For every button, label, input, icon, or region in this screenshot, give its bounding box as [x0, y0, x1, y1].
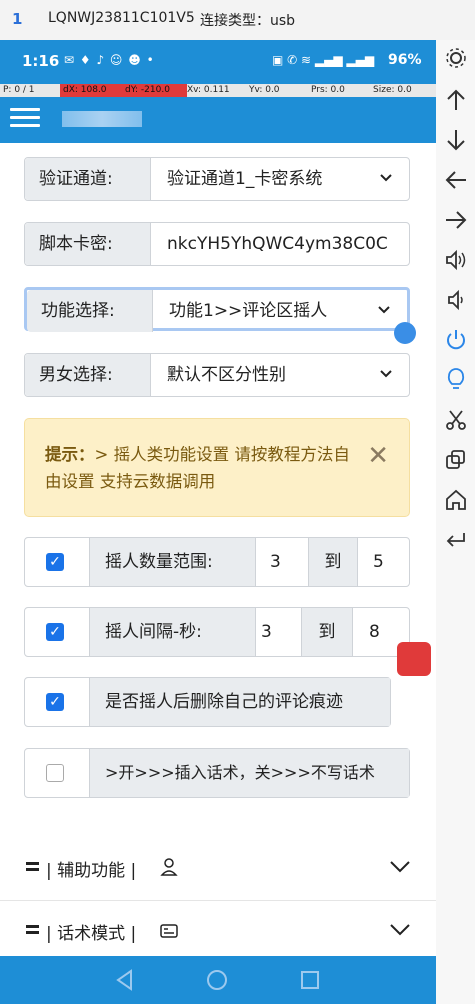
channel-select[interactable]: 验证通道: 验证通道1_卡密系统: [24, 157, 410, 201]
interval-to-label: 到: [301, 608, 353, 656]
debug-size: Size: 0.0: [373, 85, 412, 95]
return-icon[interactable]: [444, 528, 468, 552]
connection-type: 连接类型：usb: [200, 13, 296, 29]
speech-row: >开>>>插入话术，关>>>不写话术: [24, 748, 410, 798]
chevron-down-icon: [380, 370, 392, 378]
status-bar: 1:16 ✉ ♦ ♪ ☺ ☻ • ▣ ✆ ≋ ▂▄▆ ▂▄▆ 96%: [0, 40, 436, 84]
back-icon[interactable]: [114, 969, 136, 991]
arrow-up-icon[interactable]: [444, 88, 468, 112]
chevron-down-icon: [380, 174, 392, 182]
tip-alert: 提示：> 摇人类功能设置 请按教程方法自由设置 支持云数据调用 ✕: [24, 418, 410, 517]
bulb-icon[interactable]: [444, 368, 468, 392]
channel-label: 验证通道:: [25, 158, 151, 200]
interval-checkbox[interactable]: ✓: [46, 623, 64, 641]
gender-select[interactable]: 男女选择: 默认不区分性别: [24, 353, 410, 397]
key-value[interactable]: nkcYH5YhQWC4ym38C0C: [167, 223, 405, 265]
gender-label: 男女选择:: [25, 354, 151, 396]
count-checkbox[interactable]: ✓: [46, 553, 64, 571]
debug-dy: dY: -210.0: [122, 84, 187, 97]
key-label: 脚本卡密:: [25, 223, 151, 265]
app-title-blurred: [62, 111, 142, 127]
system-icons: ▣ ✆ ≋ ▂▄▆ ▂▄▆: [272, 53, 375, 67]
debug-yv: Yv: 0.0: [249, 85, 280, 95]
alert-title: 提示：: [45, 445, 95, 464]
section-speech[interactable]: | 话术模式 |: [0, 901, 436, 964]
pointer-debug-bar: P: 0 / 1 dX: 108.0 dY: -210.0 Xv: 0.111 …: [0, 84, 436, 97]
app-bar: [0, 97, 436, 143]
float-app-icon[interactable]: [397, 642, 431, 676]
close-icon[interactable]: ✕: [367, 443, 389, 469]
count-to-label: 到: [308, 538, 358, 586]
function-label: 功能选择:: [27, 290, 153, 332]
menu-icon: [26, 925, 39, 937]
interval-label: 摇人间隔-秒:: [90, 608, 256, 656]
arrow-left-icon[interactable]: [444, 168, 468, 192]
speech-label: >开>>>插入话术，关>>>不写话术: [90, 749, 409, 797]
status-time: 1:16: [22, 52, 60, 70]
notification-icons: ✉ ♦ ♪ ☺ ☻ •: [64, 53, 155, 67]
device-index: 1: [12, 10, 23, 28]
function-select[interactable]: 功能选择: 功能1>>评论区摇人: [24, 287, 410, 332]
power-icon[interactable]: [444, 328, 468, 352]
scissors-icon[interactable]: [444, 408, 468, 432]
volume-down-icon[interactable]: [444, 288, 468, 312]
count-to[interactable]: 5: [373, 538, 384, 586]
interval-row: ✓ 摇人间隔-秒: 3 到 8: [24, 607, 410, 657]
interval-to[interactable]: 8: [369, 608, 380, 656]
control-sidebar: [436, 40, 475, 1004]
chevron-down-icon: [390, 924, 410, 936]
chevron-down-icon: [390, 861, 410, 873]
count-range-row: ✓ 摇人数量范围: 3 到 5: [24, 537, 410, 587]
copy-icon[interactable]: [444, 448, 468, 472]
speech-checkbox[interactable]: [46, 764, 64, 782]
float-assist-icon[interactable]: [394, 322, 416, 344]
count-from[interactable]: 3: [270, 538, 281, 586]
arrow-right-icon[interactable]: [444, 208, 468, 232]
debug-xv: Xv: 0.111: [187, 85, 230, 95]
phone-screen: 1:16 ✉ ♦ ♪ ☺ ☻ • ▣ ✆ ≋ ▂▄▆ ▂▄▆ 96% P: 0 …: [0, 40, 436, 1004]
channel-value[interactable]: 验证通道1_卡密系统: [167, 158, 405, 200]
volume-up-icon[interactable]: [444, 248, 468, 272]
interval-from[interactable]: 3: [261, 608, 272, 656]
menu-icon: [26, 862, 39, 874]
home-icon[interactable]: [444, 488, 468, 512]
menu-icon[interactable]: [10, 104, 40, 130]
debug-p: P: 0 / 1: [3, 85, 35, 95]
window-titlebar: 1 LQNWJ23811C101V5 连接类型：usb: [0, 0, 475, 40]
delete-checkbox[interactable]: ✓: [46, 693, 64, 711]
settings-icon[interactable]: [444, 46, 468, 70]
user-icon: [160, 858, 178, 876]
battery-level: 96%: [388, 52, 422, 68]
debug-prs: Prs: 0.0: [311, 85, 345, 95]
key-input[interactable]: 脚本卡密: nkcYH5YhQWC4ym38C0C: [24, 222, 410, 266]
recents-icon[interactable]: [299, 969, 321, 991]
home-icon[interactable]: [206, 969, 228, 991]
delete-comment-row: ✓ 是否摇人后删除自己的评论痕迹: [24, 677, 391, 727]
count-label: 摇人数量范围:: [90, 538, 256, 586]
card-icon: [160, 924, 178, 938]
delete-label: 是否摇人后删除自己的评论痕迹: [90, 678, 390, 726]
chevron-down-icon: [378, 306, 390, 314]
device-id: LQNWJ23811C101V5: [48, 10, 195, 26]
function-value[interactable]: 功能1>>评论区摇人: [169, 290, 403, 332]
section-assist-label: | 辅助功能 |: [46, 861, 137, 881]
gender-value[interactable]: 默认不区分性别: [167, 354, 405, 396]
section-assist[interactable]: | 辅助功能 |: [0, 838, 436, 901]
arrow-down-icon[interactable]: [444, 128, 468, 152]
debug-dx: dX: 108.0: [60, 84, 125, 97]
nav-bar: [0, 956, 436, 1004]
section-speech-label: | 话术模式 |: [46, 924, 137, 944]
